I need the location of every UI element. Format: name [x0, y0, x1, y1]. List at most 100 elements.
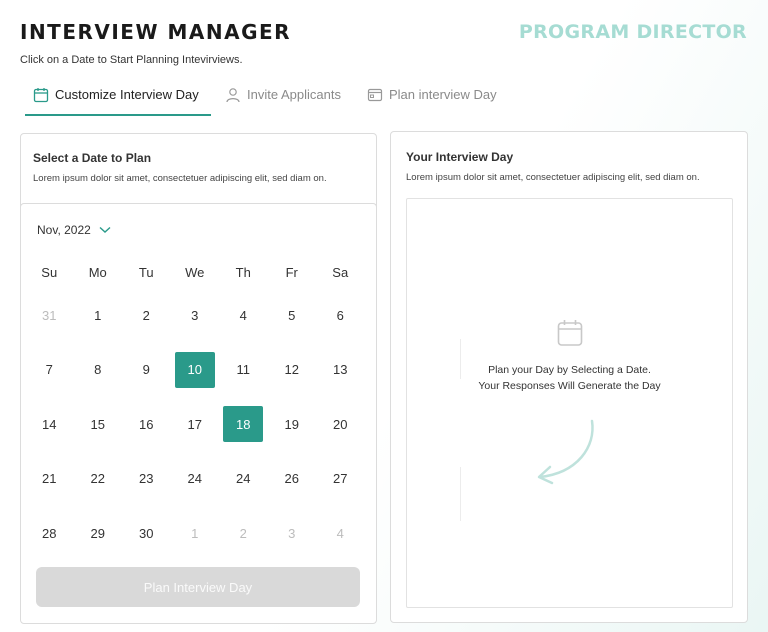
day-number: 30: [139, 525, 154, 541]
tab-invite-applicants[interactable]: Invite Applicants: [225, 84, 341, 116]
calendar-week-row: 7 8 9 10 11 12 13: [25, 343, 371, 398]
day-number: 10: [174, 351, 215, 388]
calendar-day[interactable]: 7: [25, 352, 74, 388]
calendar-day[interactable]: 9: [122, 352, 171, 388]
chevron-down-icon: [99, 226, 111, 234]
calendar-day[interactable]: 31: [25, 297, 74, 333]
day-number: 8: [94, 362, 102, 378]
calendar-day[interactable]: 26: [268, 461, 317, 497]
day-number: 26: [284, 471, 299, 487]
day-number: 21: [42, 471, 57, 487]
calendar-week-row: 28 29 30 1 2 3 4: [25, 506, 371, 561]
calendar-day[interactable]: 1: [171, 515, 220, 551]
calendar-week-row: 21 22 23 24 24 26 27: [25, 452, 371, 507]
day-number: 19: [284, 416, 299, 432]
day-number: 1: [94, 307, 102, 323]
day-number: 13: [333, 362, 348, 378]
calendar-day[interactable]: 23: [122, 461, 171, 497]
weekday-label: We: [185, 264, 205, 280]
card-icon: [367, 87, 383, 103]
calendar-day[interactable]: 14: [25, 406, 74, 442]
day-number: 29: [90, 525, 105, 541]
calendar-day[interactable]: 19: [268, 406, 317, 442]
tab-plan-interview-day[interactable]: Plan interview Day: [367, 84, 497, 116]
day-number: 9: [142, 362, 150, 378]
day-number: 5: [288, 307, 296, 323]
day-number: 6: [336, 307, 344, 323]
day-number: 22: [90, 471, 105, 487]
date-select-panel: Select a Date to Plan Lorem ipsum dolor …: [20, 133, 377, 624]
day-number: 31: [42, 307, 57, 323]
calendar-day[interactable]: 1: [74, 297, 123, 333]
day-number: 1: [191, 525, 199, 541]
calendar-day[interactable]: 2: [122, 297, 171, 333]
page-subtitle: Click on a Date to Start Planning Intevi…: [20, 54, 243, 66]
calendar-day[interactable]: 3: [268, 515, 317, 551]
curved-arrow-icon: [532, 417, 602, 492]
calendar-day[interactable]: 24: [219, 461, 268, 497]
role-label: PROGRAM DIRECTOR: [518, 21, 747, 43]
day-number: 3: [288, 525, 296, 541]
tab-label: Plan interview Day: [389, 87, 497, 102]
tab-label: Invite Applicants: [247, 87, 341, 102]
calendar-day[interactable]: 21: [25, 461, 74, 497]
day-number: 2: [239, 525, 247, 541]
tab-label: Customize Interview Day: [55, 87, 199, 102]
calendar-day[interactable]: 27: [316, 461, 365, 497]
weekday-label: Su: [41, 264, 58, 280]
tab-customize-interview-day[interactable]: Customize Interview Day: [25, 84, 211, 116]
calendar-day[interactable]: 24: [171, 461, 220, 497]
calendar-day[interactable]: 22: [74, 461, 123, 497]
calendar-day[interactable]: 16: [122, 406, 171, 442]
panel-title: Select a Date to Plan: [33, 151, 152, 165]
day-number: 4: [239, 307, 247, 323]
calendar-day[interactable]: 3: [171, 297, 220, 333]
calendar-icon: [557, 319, 583, 352]
weekday-label: Fr: [285, 264, 298, 280]
day-number: 24: [236, 471, 251, 487]
panel-title: Your Interview Day: [406, 150, 514, 164]
tab-bar: Customize Interview Day Invite Applicant…: [25, 84, 525, 116]
calendar-day[interactable]: 17: [171, 406, 220, 442]
empty-message: Plan your Day by Selecting a Date.: [488, 364, 651, 376]
calendar-day-selected[interactable]: 10: [171, 351, 220, 388]
calendar-day[interactable]: 28: [25, 515, 74, 551]
calendar-day[interactable]: 20: [316, 406, 365, 442]
day-number: 2: [142, 307, 150, 323]
calendar-day[interactable]: 13: [316, 352, 365, 388]
day-number: 27: [333, 471, 348, 487]
day-number: 12: [284, 362, 299, 378]
day-number: 14: [42, 416, 57, 432]
calendar-day-selected[interactable]: 18: [219, 406, 268, 443]
calendar-day[interactable]: 2: [219, 515, 268, 551]
weekday-header-row: Su Mo Tu We Th Fr Sa: [25, 256, 371, 288]
calendar-day[interactable]: 6: [316, 297, 365, 333]
panel-description: Lorem ipsum dolor sit amet, consectetuer…: [33, 173, 327, 184]
day-number: 7: [45, 362, 53, 378]
divider: [460, 467, 461, 521]
calendar-day[interactable]: 5: [268, 297, 317, 333]
day-number: 3: [191, 307, 199, 323]
weekday-label: Th: [235, 264, 251, 280]
calendar-day[interactable]: 30: [122, 515, 171, 551]
calendar-day[interactable]: 12: [268, 352, 317, 388]
day-number: 23: [139, 471, 154, 487]
calendar-day[interactable]: 4: [316, 515, 365, 551]
calendar-day[interactable]: 11: [219, 352, 268, 388]
calendar-day[interactable]: 8: [74, 352, 123, 388]
day-number: 15: [90, 416, 105, 432]
day-number: 28: [42, 525, 57, 541]
calendar-grid: Su Mo Tu We Th Fr Sa 31 1 2 3 4 5 6 7 8 9 10 11 12 13 14 15 16 1…: [25, 256, 371, 561]
calendar-day[interactable]: 4: [219, 297, 268, 333]
empty-message: Your Responses Will Generate the Day: [478, 380, 661, 392]
calendar-day[interactable]: 29: [74, 515, 123, 551]
month-selector[interactable]: Nov, 2022: [37, 223, 111, 237]
weekday-label: Mo: [88, 264, 107, 280]
plan-interview-day-button[interactable]: Plan Interview Day: [36, 567, 360, 607]
weekday-label: Tu: [138, 264, 154, 280]
calendar-day[interactable]: 15: [74, 406, 123, 442]
day-number: 4: [336, 525, 344, 541]
day-number: 17: [187, 416, 202, 432]
app-title: INTERVIEW MANAGER: [20, 20, 292, 44]
day-number: 24: [187, 471, 202, 487]
